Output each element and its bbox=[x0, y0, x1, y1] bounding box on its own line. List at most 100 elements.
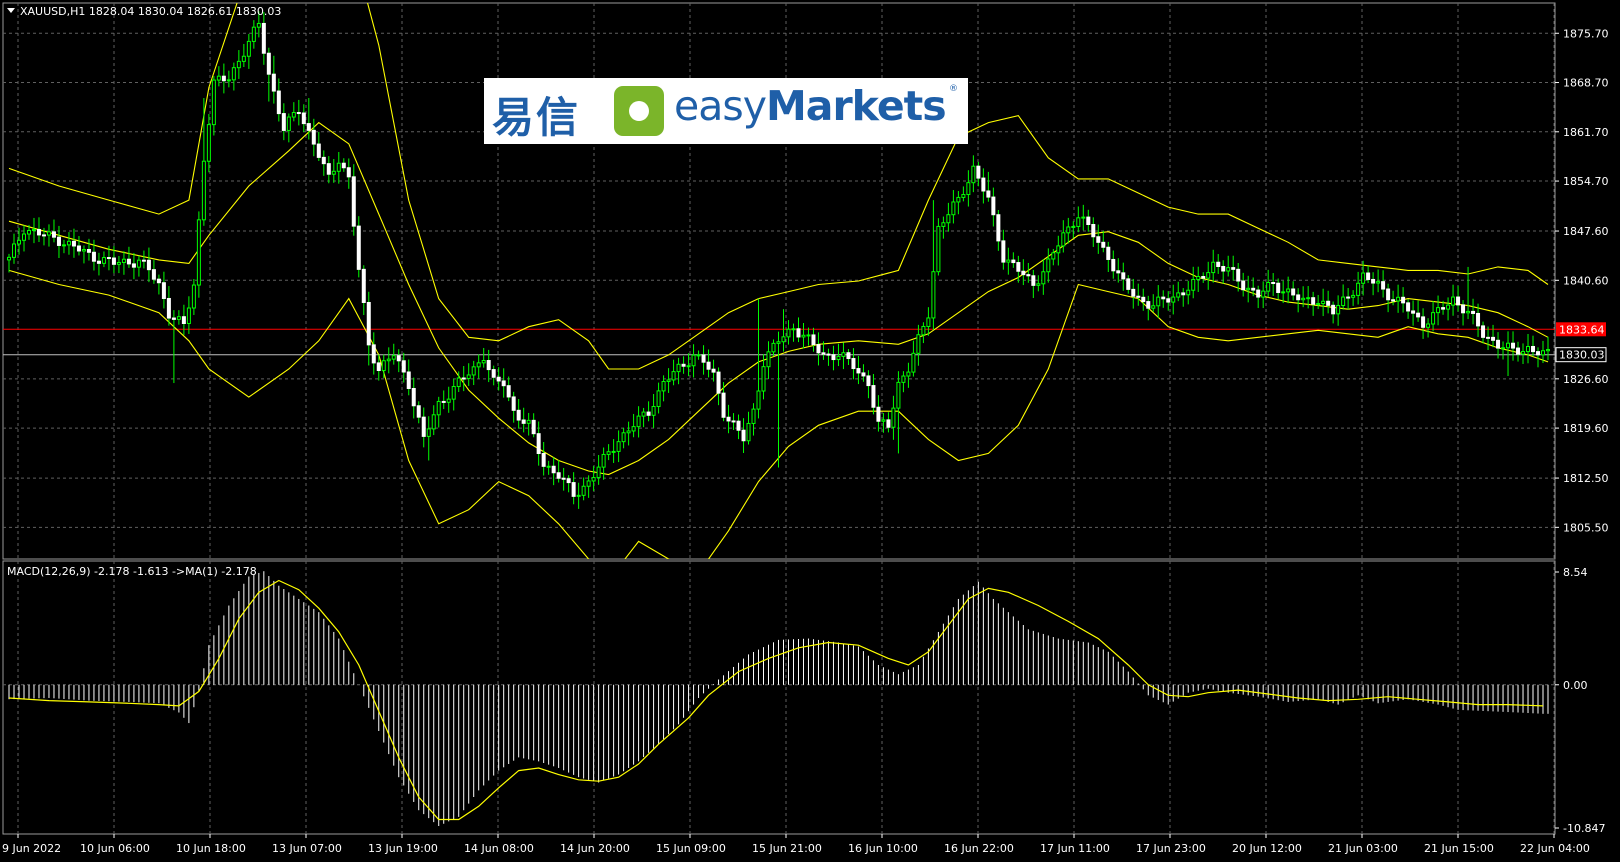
time-tick-label: 15 Jun 21:00 bbox=[752, 842, 822, 855]
candle-body bbox=[1381, 281, 1386, 290]
candle-body bbox=[106, 257, 111, 260]
candle-body bbox=[266, 52, 271, 75]
candle-body bbox=[1026, 274, 1031, 277]
candle-body bbox=[211, 79, 216, 126]
candle-body bbox=[486, 360, 491, 371]
candle-body bbox=[466, 374, 471, 380]
candle-body bbox=[891, 407, 896, 428]
candle-body bbox=[781, 336, 786, 343]
macd-tick-label: 0.00 bbox=[1563, 679, 1588, 692]
candle-body bbox=[666, 379, 671, 383]
bollinger-band-line bbox=[8, 3, 1549, 370]
time-tick-label: 13 Jun 07:00 bbox=[272, 842, 342, 855]
candle-body bbox=[976, 165, 981, 179]
candle-body bbox=[626, 430, 631, 434]
candle-body bbox=[761, 366, 766, 392]
candle-body bbox=[706, 361, 711, 370]
candle-body bbox=[501, 380, 506, 387]
candle-body bbox=[141, 259, 146, 262]
candle-body bbox=[1316, 303, 1321, 306]
candle-body bbox=[916, 334, 921, 354]
time-tick-label: 20 Jun 12:00 bbox=[1232, 842, 1302, 855]
macd-tick-label: 8.54 bbox=[1563, 566, 1588, 579]
candle-body bbox=[296, 112, 301, 115]
candle-body bbox=[411, 388, 416, 407]
price-tick-label: 1854.70 bbox=[1563, 175, 1609, 188]
logo-registered: ® bbox=[949, 84, 958, 94]
candle-body bbox=[771, 342, 776, 353]
candle-body bbox=[126, 258, 131, 265]
candle-body bbox=[1356, 282, 1361, 296]
candle-body bbox=[361, 268, 366, 303]
macd-tick-label: -10.847 bbox=[1563, 822, 1605, 835]
candle-body bbox=[446, 398, 451, 403]
candle-body bbox=[1511, 342, 1516, 349]
candle-body bbox=[1101, 241, 1106, 248]
candle-body bbox=[241, 55, 246, 62]
candle-body bbox=[896, 381, 901, 409]
candle-body bbox=[1141, 296, 1146, 303]
candle-body bbox=[1186, 289, 1191, 296]
price-tick-label: 1861.70 bbox=[1563, 126, 1609, 139]
time-tick-label: 16 Jun 22:00 bbox=[944, 842, 1014, 855]
candle-body bbox=[1466, 310, 1471, 314]
candle-body bbox=[1506, 342, 1511, 349]
candle-body bbox=[741, 429, 746, 442]
candle-body bbox=[206, 124, 211, 162]
candle-body bbox=[881, 419, 886, 422]
candle-body bbox=[631, 426, 636, 432]
candle-body bbox=[1426, 323, 1431, 328]
candle-body bbox=[746, 422, 751, 442]
price-tick-label: 1819.60 bbox=[1563, 422, 1609, 435]
main-panel-title: XAUUSD,H1 1828.04 1830.04 1826.61 1830.0… bbox=[20, 5, 281, 18]
candle-body bbox=[796, 328, 801, 338]
candle-body bbox=[226, 79, 231, 82]
candle-body bbox=[251, 26, 256, 42]
candle-body bbox=[481, 360, 486, 364]
candle-body bbox=[756, 390, 761, 410]
candle-body bbox=[491, 369, 496, 378]
candle-body bbox=[791, 328, 796, 331]
time-tick-label: 10 Jun 06:00 bbox=[80, 842, 150, 855]
candle-body bbox=[606, 451, 611, 455]
candle-body bbox=[1051, 252, 1056, 260]
candle-body bbox=[346, 167, 351, 178]
candle-body bbox=[366, 301, 371, 346]
candle-body bbox=[561, 477, 566, 480]
candle-body bbox=[51, 231, 56, 238]
candle-body bbox=[661, 381, 666, 392]
price-tick-label: 1868.70 bbox=[1563, 77, 1609, 90]
time-tick-label: 15 Jun 09:00 bbox=[656, 842, 726, 855]
candle-body bbox=[441, 400, 446, 403]
candle-body bbox=[1031, 275, 1036, 286]
candle-body bbox=[731, 420, 736, 423]
time-tick-label: 16 Jun 10:00 bbox=[848, 842, 918, 855]
candle-body bbox=[1481, 325, 1486, 338]
time-tick-label: 21 Jun 15:00 bbox=[1424, 842, 1494, 855]
candle-body bbox=[886, 419, 891, 428]
logo-cn-text: 易信 bbox=[492, 93, 581, 142]
candle-body bbox=[201, 160, 206, 221]
candle-body bbox=[41, 234, 46, 237]
candle-body bbox=[956, 196, 961, 203]
candle-body bbox=[1266, 281, 1271, 292]
candle-body bbox=[1411, 310, 1416, 314]
candle-body bbox=[256, 22, 261, 28]
candle-body bbox=[231, 67, 236, 81]
candle-body bbox=[621, 432, 626, 443]
candle-body bbox=[946, 214, 951, 224]
candle-body bbox=[1391, 299, 1396, 302]
candle-body bbox=[646, 411, 651, 416]
candle-body bbox=[281, 113, 286, 131]
candle-body bbox=[581, 485, 586, 496]
candle-body bbox=[1396, 296, 1401, 302]
candle-body bbox=[651, 406, 656, 416]
candle-body bbox=[1126, 278, 1131, 290]
candle-body bbox=[351, 176, 356, 227]
candle-body bbox=[571, 482, 576, 497]
candle-body bbox=[1401, 296, 1406, 304]
candle-body bbox=[1151, 305, 1156, 309]
candle-body bbox=[1121, 272, 1126, 280]
logo-mark-icon bbox=[614, 86, 664, 136]
candle-body bbox=[576, 494, 581, 497]
